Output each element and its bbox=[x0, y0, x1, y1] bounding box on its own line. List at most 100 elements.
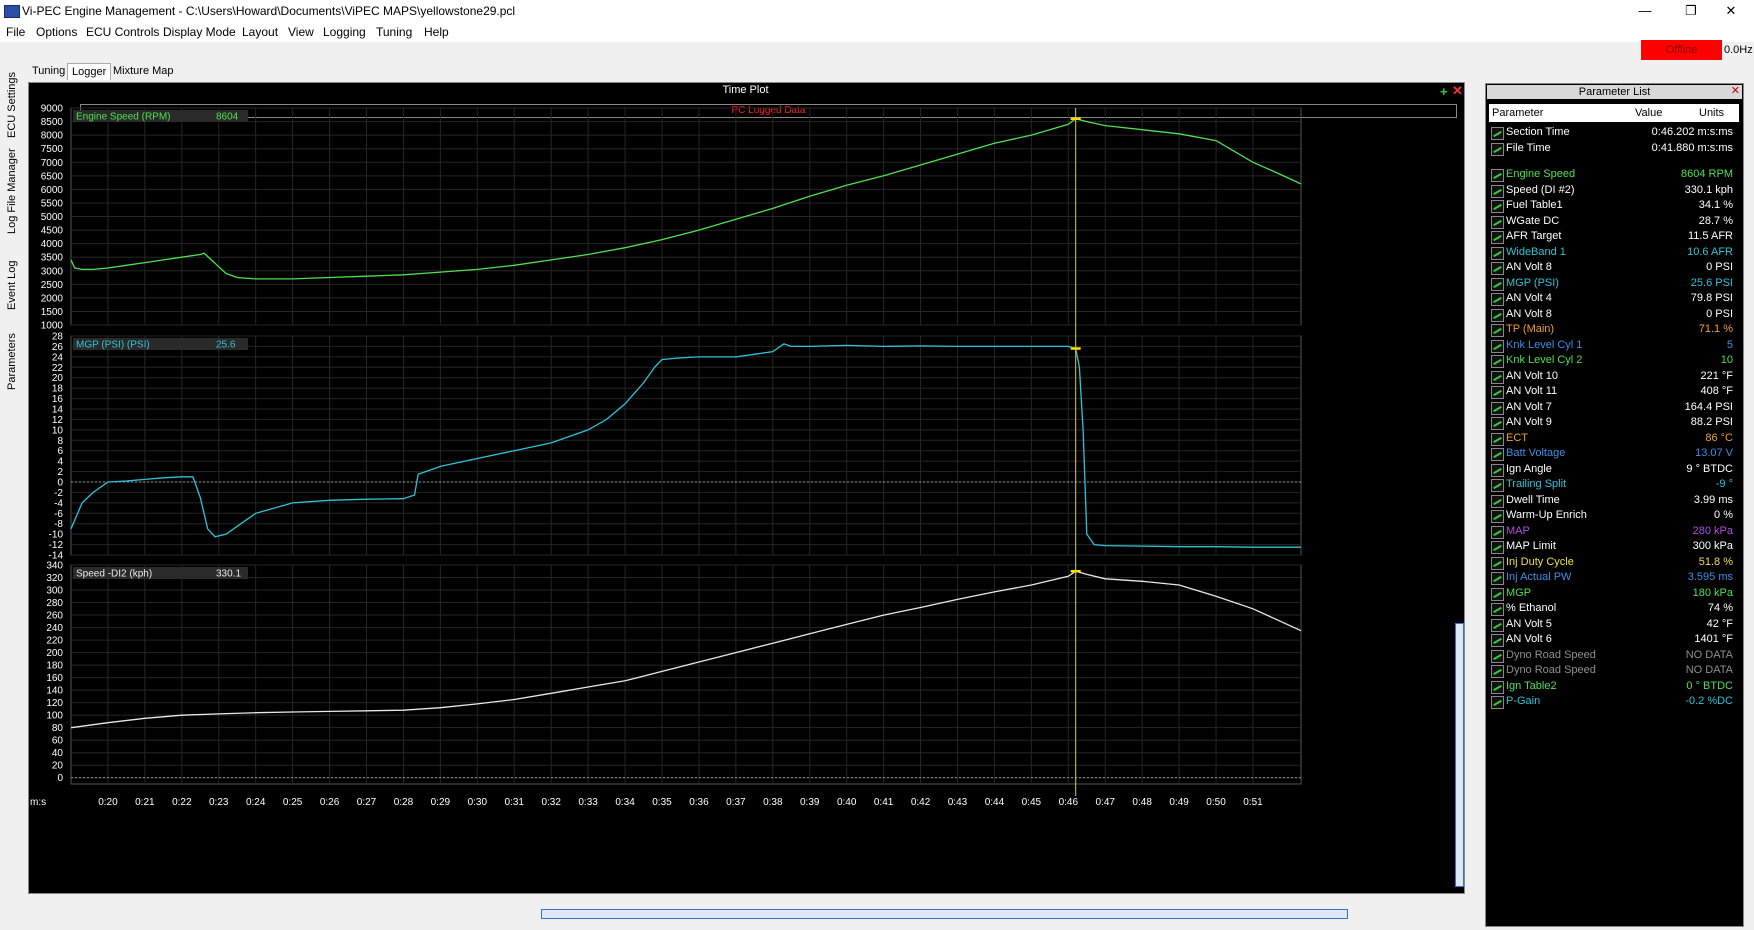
time-plot-canvas[interactable]: 1000150020002500300035004000450050005500… bbox=[28, 82, 1465, 894]
parameter-row[interactable]: Speed (DI #2) 330.1 kph bbox=[1489, 183, 1739, 198]
graph-toggle-icon[interactable] bbox=[1491, 556, 1504, 570]
connection-status-badge[interactable]: Offline bbox=[1641, 40, 1722, 60]
parameter-row[interactable]: AN Volt 8 0 PSI bbox=[1489, 307, 1739, 322]
graph-toggle-icon[interactable] bbox=[1491, 339, 1504, 353]
graph-toggle-icon[interactable] bbox=[1491, 525, 1504, 539]
parameter-row[interactable]: ECT 86 °C bbox=[1489, 431, 1739, 446]
parameter-row[interactable]: Dyno Road Speed NO DATA bbox=[1489, 663, 1739, 678]
parameter-row[interactable]: Ign Table2 0 ° BTDC bbox=[1489, 679, 1739, 694]
parameter-row[interactable]: Fuel Table1 34.1 % bbox=[1489, 198, 1739, 213]
tab-tuning[interactable]: Tuning bbox=[28, 63, 69, 79]
parameter-row[interactable]: Warm-Up Enrich 0 % bbox=[1489, 508, 1739, 523]
menu-options[interactable]: Options bbox=[36, 25, 77, 39]
graph-toggle-icon[interactable] bbox=[1491, 680, 1504, 694]
parameter-row[interactable]: AN Volt 9 88.2 PSI bbox=[1489, 415, 1739, 430]
graph-toggle-icon[interactable] bbox=[1491, 127, 1504, 140]
tab-logger[interactable]: Logger bbox=[67, 63, 112, 80]
graph-toggle-icon[interactable] bbox=[1491, 448, 1504, 461]
menu-file[interactable]: File bbox=[6, 25, 25, 39]
parameter-row[interactable]: AN Volt 8 0 PSI bbox=[1489, 260, 1739, 275]
graph-toggle-icon[interactable] bbox=[1491, 386, 1504, 399]
parameter-row[interactable]: Ign Angle 9 ° BTDC bbox=[1489, 462, 1739, 477]
y-tick-label: 20 bbox=[52, 373, 64, 384]
time-scrollbar[interactable] bbox=[541, 909, 1348, 919]
parameter-row[interactable]: MGP (PSI) 25.6 PSI bbox=[1489, 276, 1739, 291]
graph-toggle-icon[interactable] bbox=[1491, 246, 1504, 260]
close-window-button[interactable]: ✕ bbox=[1708, 0, 1754, 22]
parameter-row[interactable]: File Time 0:41.880 m:s:ms bbox=[1489, 141, 1739, 156]
graph-toggle-icon[interactable] bbox=[1491, 432, 1504, 446]
graph-toggle-icon[interactable] bbox=[1491, 324, 1504, 337]
graph-toggle-icon[interactable] bbox=[1491, 417, 1504, 430]
graph-toggle-icon[interactable] bbox=[1491, 370, 1504, 384]
parameter-row[interactable]: AFR Target 11.5 AFR bbox=[1489, 229, 1739, 244]
graph-toggle-icon[interactable] bbox=[1491, 649, 1504, 663]
parameter-row[interactable]: Knk Level Cyl 2 10 bbox=[1489, 353, 1739, 368]
parameter-row[interactable]: Dyno Road Speed NO DATA bbox=[1489, 648, 1739, 663]
parameter-row[interactable]: % Ethanol 74 % bbox=[1489, 601, 1739, 616]
graph-toggle-icon[interactable] bbox=[1491, 200, 1504, 213]
parameter-row[interactable]: AN Volt 6 1401 °F bbox=[1489, 632, 1739, 647]
graph-toggle-icon[interactable] bbox=[1491, 355, 1504, 368]
graph-toggle-icon[interactable] bbox=[1491, 603, 1504, 616]
parameter-row[interactable]: WGate DC 28.7 % bbox=[1489, 214, 1739, 229]
menu-ecu-controls[interactable]: ECU Controls bbox=[86, 25, 159, 39]
graph-toggle-icon[interactable] bbox=[1491, 572, 1504, 585]
graph-toggle-icon[interactable] bbox=[1491, 401, 1504, 415]
graph-toggle-icon[interactable] bbox=[1491, 215, 1504, 229]
parameter-row[interactable]: AN Volt 4 79.8 PSI bbox=[1489, 291, 1739, 306]
graph-toggle-icon[interactable] bbox=[1491, 262, 1504, 275]
graph-toggle-icon[interactable] bbox=[1491, 510, 1504, 523]
vertical-scrollbar[interactable] bbox=[1455, 623, 1464, 887]
parameter-row[interactable]: Inj Duty Cycle 51.8 % bbox=[1489, 555, 1739, 570]
tab-mixture-map[interactable]: Mixture Map bbox=[109, 63, 178, 79]
menu-help[interactable]: Help bbox=[424, 25, 449, 39]
parameter-row[interactable]: Batt Voltage 13.07 V bbox=[1489, 446, 1739, 461]
parameter-row[interactable]: Knk Level Cyl 1 5 bbox=[1489, 338, 1739, 353]
parameter-row[interactable]: MAP 280 kPa bbox=[1489, 524, 1739, 539]
parameter-row[interactable]: Engine Speed 8604 RPM bbox=[1489, 167, 1739, 182]
parameter-row[interactable]: MGP 180 kPa bbox=[1489, 586, 1739, 601]
menu-layout[interactable]: Layout bbox=[242, 25, 278, 39]
parameter-value: 0:46.202 m:s:ms bbox=[1651, 126, 1733, 138]
graph-toggle-icon[interactable] bbox=[1491, 494, 1504, 508]
graph-toggle-icon[interactable] bbox=[1491, 665, 1504, 678]
menu-logging[interactable]: Logging bbox=[323, 25, 366, 39]
parameter-name: Ign Angle bbox=[1506, 462, 1552, 475]
parameter-list-close-icon[interactable]: ✕ bbox=[1731, 84, 1740, 97]
graph-toggle-icon[interactable] bbox=[1491, 169, 1504, 182]
menu-tuning[interactable]: Tuning bbox=[376, 25, 412, 39]
parameter-row[interactable]: AN Volt 10 221 °F bbox=[1489, 369, 1739, 384]
graph-toggle-icon[interactable] bbox=[1491, 618, 1504, 632]
menu-display-mode[interactable]: Display Mode bbox=[163, 25, 236, 39]
parameter-row[interactable]: Dwell Time 3.99 ms bbox=[1489, 493, 1739, 508]
graph-toggle-icon[interactable] bbox=[1491, 634, 1504, 647]
graph-toggle-icon[interactable] bbox=[1491, 293, 1504, 306]
parameter-row[interactable]: AN Volt 11 408 °F bbox=[1489, 384, 1739, 399]
y-tick-label: 14 bbox=[52, 405, 64, 416]
parameter-row[interactable]: MAP Limit 300 kPa bbox=[1489, 539, 1739, 554]
graph-toggle-icon[interactable] bbox=[1491, 184, 1504, 198]
minimize-button[interactable]: — bbox=[1622, 0, 1668, 22]
menu-view[interactable]: View bbox=[288, 25, 314, 39]
side-tabs: ECU Settings Log File Manager Event Log … bbox=[6, 71, 18, 390]
parameter-row[interactable]: AN Volt 7 164.4 PSI bbox=[1489, 400, 1739, 415]
parameter-row[interactable]: AN Volt 5 42 °F bbox=[1489, 617, 1739, 632]
graph-toggle-icon[interactable] bbox=[1491, 308, 1504, 322]
graph-toggle-icon[interactable] bbox=[1491, 479, 1504, 492]
sample-rate-readout: 0.0Hz bbox=[1724, 44, 1753, 56]
parameter-row[interactable]: P-Gain -0.2 %DC bbox=[1489, 694, 1739, 709]
legend-cursor-value: 8604 bbox=[216, 112, 239, 123]
graph-toggle-icon[interactable] bbox=[1491, 463, 1504, 477]
parameter-row[interactable]: Inj Actual PW 3.595 ms bbox=[1489, 570, 1739, 585]
graph-toggle-icon[interactable] bbox=[1491, 142, 1504, 156]
graph-toggle-icon[interactable] bbox=[1491, 541, 1504, 554]
graph-toggle-icon[interactable] bbox=[1491, 587, 1504, 601]
parameter-row[interactable]: Section Time 0:46.202 m:s:ms bbox=[1489, 125, 1739, 140]
parameter-row[interactable]: TP (Main) 71.1 % bbox=[1489, 322, 1739, 337]
parameter-row[interactable]: Trailing Split -9 ° bbox=[1489, 477, 1739, 492]
graph-toggle-icon[interactable] bbox=[1491, 231, 1504, 244]
graph-toggle-icon[interactable] bbox=[1491, 696, 1504, 709]
parameter-row[interactable]: WideBand 1 10.6 AFR bbox=[1489, 245, 1739, 260]
graph-toggle-icon[interactable] bbox=[1491, 277, 1504, 291]
